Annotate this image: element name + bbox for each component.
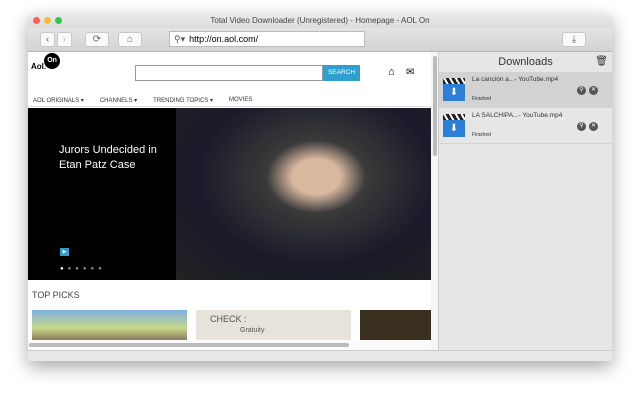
hero-carousel[interactable]: Jurors Undecided in Etan Patz Case ▶ ●●●… (28, 108, 431, 280)
show-in-finder-button[interactable]: ⚲ (577, 86, 586, 95)
back-icon: ‹ (45, 34, 50, 45)
nav-trending-topics[interactable]: TRENDING TOPICS ▾ (153, 97, 213, 104)
home-button[interactable]: ⌂ (118, 32, 142, 47)
thumb-text: CHECK : (210, 314, 247, 324)
file-name: LA SALCHIPA...- YouTube.mp4 (472, 112, 563, 119)
zoom-window-button[interactable] (55, 17, 62, 24)
window-title: Total Video Downloader (Unregistered) - … (210, 16, 430, 25)
logo-on: On (44, 53, 61, 69)
top-pick-thumbnail[interactable] (360, 310, 431, 340)
forward-button[interactable]: › (57, 32, 72, 47)
site-nav: AOL ORIGINALS ▾ CHANNELS ▾ TRENDING TOPI… (28, 94, 431, 107)
app-window: Total Video Downloader (Unregistered) - … (28, 14, 612, 361)
reload-button[interactable]: ⟳ (85, 32, 109, 47)
thumb-subtext: Gratuity (240, 327, 265, 334)
search-button[interactable]: SEARCH (323, 65, 360, 81)
top-pick-thumbnail[interactable] (32, 310, 187, 340)
download-item[interactable]: ⬇ La canción a...- YouTube.mp4 Finished … (439, 72, 612, 108)
video-file-icon: ⬇ (443, 78, 465, 102)
play-icon[interactable]: ▶ (60, 248, 69, 256)
show-in-finder-button[interactable]: ⚲ (577, 122, 586, 131)
vertical-scrollbar[interactable] (431, 52, 438, 350)
back-button[interactable]: ‹ (40, 32, 55, 47)
hero-image (176, 108, 431, 280)
search-input[interactable] (135, 65, 323, 81)
section-title: TOP PICKS (32, 290, 80, 300)
top-pick-thumbnail[interactable]: CHECK : Gratuity (196, 310, 351, 340)
nav-movies[interactable]: MOVIES (229, 97, 252, 103)
nav-aol-originals[interactable]: AOL ORIGINALS ▾ (33, 97, 84, 104)
status-text: Finished (472, 132, 491, 138)
status-text: Finished (472, 96, 491, 102)
aol-logo[interactable]: Aol.On (31, 53, 62, 76)
minimize-window-button[interactable] (44, 17, 51, 24)
home-icon[interactable]: ⌂ (388, 66, 395, 78)
url-text: http://on.aol.com/ (189, 34, 259, 44)
reload-icon: ⟳ (92, 34, 102, 45)
remove-button[interactable]: ✕ (589, 122, 598, 131)
download-icon: ⤓ (571, 34, 577, 45)
nav-channels[interactable]: CHANNELS ▾ (100, 97, 137, 104)
url-field[interactable]: ⚲▾ http://on.aol.com/ (169, 31, 365, 47)
forward-icon: › (62, 34, 67, 45)
remove-button[interactable]: ✕ (589, 86, 598, 95)
web-view: Aol.On SEARCH ⌂ ✉ AOL ORIGINALS ▾ CHANNE… (28, 52, 431, 350)
video-file-icon: ⬇ (443, 114, 465, 138)
home-icon: ⌂ (126, 34, 134, 45)
trash-icon[interactable]: 🗑 (595, 52, 608, 72)
mail-icon[interactable]: ✉ (406, 67, 414, 78)
file-name: La canción a...- YouTube.mp4 (472, 76, 559, 83)
hero-title[interactable]: Jurors Undecided in Etan Patz Case (59, 143, 169, 173)
title-bar: Total Video Downloader (Unregistered) - … (28, 14, 612, 28)
download-item[interactable]: ⬇ LA SALCHIPA...- YouTube.mp4 Finished ⚲… (439, 108, 612, 144)
carousel-dots[interactable]: ●●●●●● (60, 266, 106, 272)
close-window-button[interactable] (33, 17, 40, 24)
horizontal-scrollbar[interactable] (28, 341, 431, 350)
status-bar (28, 350, 612, 361)
downloads-panel: Downloads 🗑 ⬇ La canción a...- YouTube.m… (438, 52, 612, 350)
downloads-title: Downloads (498, 56, 553, 68)
downloads-button[interactable]: ⤓ (562, 32, 586, 47)
toolbar: ‹ › ⟳ ⌂ ⚲▾ http://on.aol.com/ ⤓ (28, 28, 612, 52)
search-icon: ⚲▾ (174, 33, 186, 44)
